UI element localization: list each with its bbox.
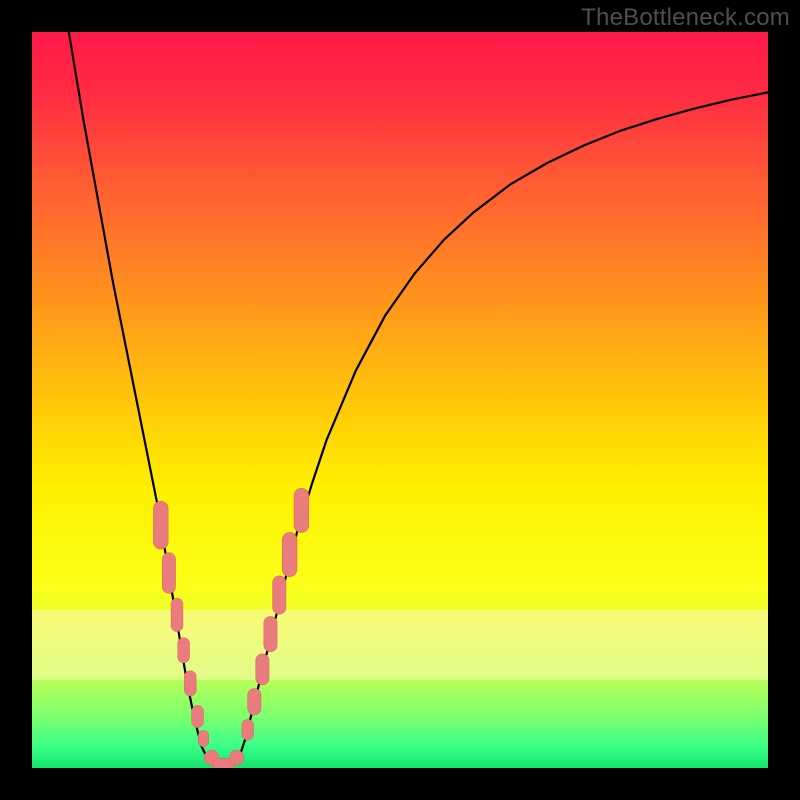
curve-marker xyxy=(178,638,190,663)
curve-marker xyxy=(273,576,286,614)
curve-marker xyxy=(229,750,244,765)
curve-marker xyxy=(171,598,183,631)
curve-marker xyxy=(294,488,309,532)
curve-marker xyxy=(162,553,175,593)
plot-svg xyxy=(32,32,768,768)
curve-marker xyxy=(198,730,208,746)
pale-band xyxy=(32,610,768,680)
curve-marker xyxy=(153,501,168,549)
chart-frame: TheBottleneck.com xyxy=(0,0,800,800)
watermark-text: TheBottleneck.com xyxy=(581,4,790,32)
curve-marker xyxy=(282,532,297,576)
curve-marker xyxy=(264,616,277,651)
curve-marker xyxy=(248,689,261,716)
curve-marker xyxy=(256,654,269,685)
curve-marker xyxy=(242,719,254,740)
curve-marker xyxy=(192,705,204,727)
plot-area xyxy=(32,32,768,768)
curve-marker xyxy=(184,671,196,696)
